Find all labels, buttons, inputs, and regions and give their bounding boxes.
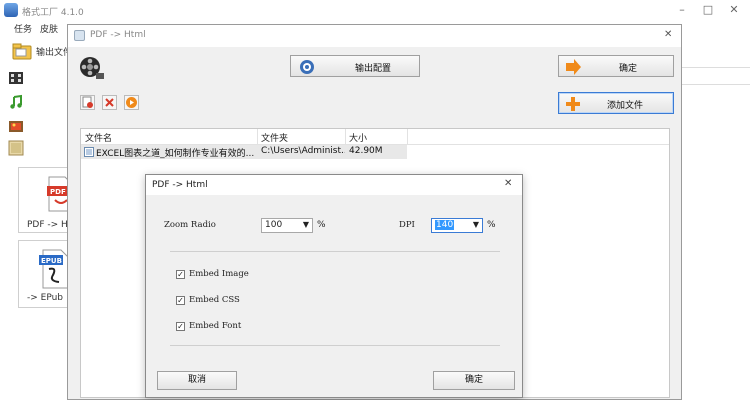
svg-text:PDF: PDF: [50, 188, 66, 196]
dpi-label: DPI: [399, 220, 415, 230]
html-config-dialog: PDF -> Html ✕ Zoom Radio 100 ▼ % DPI 140…: [145, 174, 523, 398]
config-icon: [300, 60, 314, 74]
zoom-radio-label: Zoom Radio: [164, 220, 216, 230]
embed-css-label: Embed CSS: [189, 295, 240, 305]
excel-file-icon: [84, 147, 94, 157]
output-folder-icon[interactable]: [12, 42, 32, 60]
file-folder-cell: C:\Users\Administ...: [261, 146, 345, 156]
menu-task[interactable]: 任务: [14, 22, 32, 35]
document-icon[interactable]: [8, 140, 24, 156]
dialog-app-icon: [74, 30, 85, 41]
film-reel-icon: [78, 55, 104, 81]
maximize-icon[interactable]: □: [696, 2, 720, 18]
pdf-dialog-close-icon[interactable]: ✕: [664, 29, 672, 40]
cancel-button[interactable]: 取消: [157, 371, 237, 390]
embed-font-checkbox[interactable]: ✓: [176, 322, 185, 331]
chevron-down-icon: ▼: [472, 220, 479, 229]
embed-image-checkbox[interactable]: ✓: [176, 270, 185, 279]
card-label-pdf-to-html: PDF -> H: [27, 220, 68, 230]
section-divider: [170, 251, 500, 252]
epub-file-icon: EPUB: [39, 249, 69, 289]
clear-list-icon[interactable]: [102, 95, 117, 110]
col-header-size[interactable]: 大小: [349, 131, 367, 144]
embed-css-checkbox[interactable]: ✓: [176, 296, 185, 305]
col-separator[interactable]: [257, 129, 258, 145]
zoom-radio-value: 100: [265, 220, 283, 230]
config-dialog-title: PDF -> Html: [152, 180, 208, 190]
col-header-filename[interactable]: 文件名: [85, 131, 112, 144]
embed-font-label: Embed Font: [189, 321, 242, 331]
main-window-title: 格式工厂 4.1.0: [22, 8, 84, 18]
plus-icon: [566, 97, 580, 111]
card-to-epub[interactable]: EPUB -> EPub: [18, 240, 72, 308]
arrow-right-icon: [566, 59, 581, 75]
file-list-header: 文件名 文件夹 大小: [81, 129, 669, 145]
section-divider: [170, 345, 500, 346]
audio-icon[interactable]: [8, 94, 24, 110]
app-icon: [4, 3, 18, 17]
dpi-select[interactable]: 140 ▼: [431, 218, 483, 233]
chevron-down-icon: ▼: [302, 220, 309, 229]
embed-image-label: Embed Image: [189, 269, 249, 279]
menu-skin[interactable]: 皮肤: [40, 22, 58, 35]
pdf-dialog-ok-label: 确定: [619, 64, 638, 74]
card-label-to-epub: -> EPub: [27, 293, 64, 303]
file-name-cell: EXCEL图表之道_如何制作专业有效的...: [96, 149, 255, 159]
config-dialog-close-icon[interactable]: ✕: [504, 178, 512, 189]
pdf-dialog-title: PDF -> Html: [90, 30, 146, 40]
ok-button[interactable]: 确定: [433, 371, 515, 390]
zoom-radio-select[interactable]: 100 ▼: [261, 218, 313, 233]
close-icon[interactable]: ✕: [722, 2, 746, 18]
dpi-value: 140: [435, 220, 455, 230]
col-separator[interactable]: [407, 129, 408, 145]
video-icon[interactable]: [8, 70, 24, 86]
dpi-unit: %: [487, 220, 496, 230]
zoom-unit: %: [317, 220, 326, 230]
card-pdf-to-html[interactable]: PDF PDF -> H: [18, 167, 73, 233]
remove-file-icon[interactable]: [80, 95, 95, 110]
minimize-icon[interactable]: –: [670, 2, 694, 18]
output-config-label: 输出配置: [355, 64, 392, 74]
add-file-label: 添加文件: [607, 101, 644, 111]
col-separator[interactable]: [345, 129, 346, 145]
pdf-dialog-title-bar: PDF -> Html ✕: [68, 25, 681, 47]
col-header-folder[interactable]: 文件夹: [261, 131, 288, 144]
main-title-bar: 格式工厂 4.1.0 – □ ✕: [0, 0, 750, 20]
image-icon[interactable]: [8, 118, 24, 134]
svg-text:EPUB: EPUB: [41, 257, 62, 265]
config-dialog-title-bar: PDF -> Html ✕: [146, 175, 522, 195]
add-file-button[interactable]: 添加文件: [558, 92, 674, 114]
table-row[interactable]: EXCEL图表之道_如何制作专业有效的... C:\Users\Administ…: [81, 145, 407, 159]
play-icon[interactable]: [124, 95, 139, 110]
file-size-cell: 42.90M: [349, 146, 383, 156]
list-header-strip: [680, 67, 750, 85]
pdf-dialog-ok-button[interactable]: 确定: [558, 55, 674, 77]
output-config-button[interactable]: 输出配置: [290, 55, 420, 77]
